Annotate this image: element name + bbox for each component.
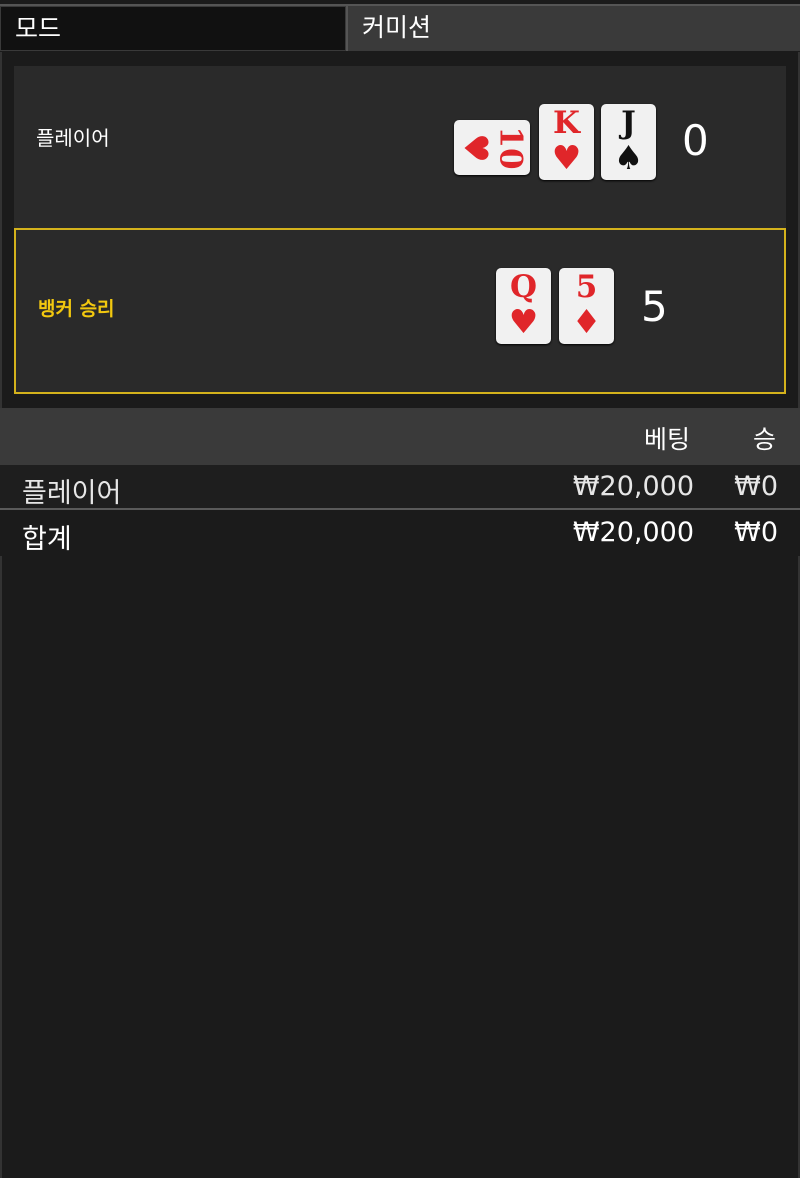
- banker-card-2-suit: ♦: [571, 302, 602, 341]
- player-card-3: J ♠: [601, 104, 656, 180]
- row-bet: ₩20,000: [572, 471, 694, 502]
- player-card-3-suit: ♠: [613, 138, 644, 177]
- banker-card-1: Q ♥: [496, 268, 551, 344]
- mode-value: 커미션: [346, 6, 800, 51]
- bet-table-header: 베팅 승: [0, 408, 800, 465]
- total-bet: ₩20,000: [572, 517, 694, 548]
- player-label: 플레이어: [36, 126, 110, 150]
- empty-area: [0, 556, 800, 1178]
- banker-card-1-rank: Q: [509, 269, 537, 305]
- player-card-1-suit: ♥: [456, 133, 496, 163]
- player-card-2-rank: K: [553, 105, 580, 141]
- mode-label: 모드: [0, 6, 346, 51]
- win-column-header: 승: [753, 425, 777, 454]
- mode-row: 모드 커미션: [0, 6, 800, 53]
- table-row-total: 합계 ₩20,000 ₩0: [0, 511, 800, 556]
- total-win: ₩0: [734, 517, 778, 548]
- banker-panel: 뱅커 승리 Q ♥ 5 ♦ 5: [14, 228, 786, 394]
- banker-card-2-rank: 5: [575, 269, 598, 305]
- table-row: 플레이어 ₩20,000 ₩0: [0, 465, 800, 510]
- banker-label: 뱅커 승리: [38, 298, 115, 320]
- player-panel: 플레이어 10 ♥ K ♥ J ♠ 0: [14, 66, 786, 228]
- player-card-1: 10 ♥: [454, 120, 530, 175]
- player-card-2-suit: ♥: [551, 138, 582, 177]
- banker-card-1-suit: ♥: [508, 302, 539, 341]
- player-card-3-rank: J: [621, 105, 636, 141]
- row-win: ₩0: [734, 471, 778, 502]
- player-card-1-rank: 10: [492, 126, 529, 170]
- total-name: 합계: [22, 524, 72, 555]
- banker-card-2: 5 ♦: [559, 268, 614, 344]
- player-score: 0: [682, 116, 709, 165]
- player-card-2: K ♥: [539, 104, 594, 180]
- bet-column-header: 베팅: [644, 425, 691, 454]
- row-name: 플레이어: [22, 478, 122, 509]
- banker-score: 5: [641, 282, 668, 331]
